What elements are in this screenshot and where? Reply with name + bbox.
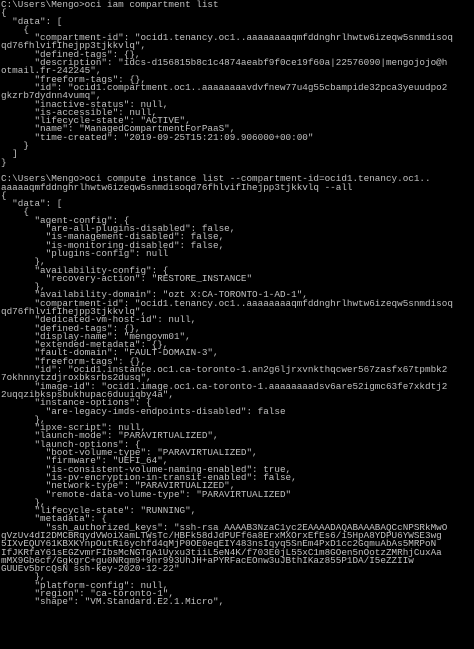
console-line: "time-created": "2019-09-25T15:21:09.906…	[1, 131, 314, 143]
console-line: {	[1, 189, 7, 201]
console-line: }	[1, 156, 7, 168]
console-line: "data": [	[1, 15, 63, 27]
console-line: C:\Users\Mengo>oci iam compartment list	[1, 0, 219, 10]
console-line: "recovery-action": "RESTORE_INSTANCE"	[1, 272, 253, 284]
console-line: "are-legacy-imds-endpoints-disabled": fa…	[1, 405, 286, 417]
console-line: GUUEv5brcQsN ssh-key-2020-12-22"	[1, 563, 180, 575]
console-line: "data": [	[1, 198, 63, 210]
console-line: {	[1, 7, 7, 19]
console-line: "remote-data-volume-type": "PARAVIRTUALI…	[1, 488, 292, 500]
console-line: }	[1, 140, 29, 152]
console-line: aaaaaqmfddnghrlhwtw6izeqw5snmdisoqd76fhl…	[1, 181, 353, 193]
console-line: ]	[1, 148, 18, 160]
console-line: "shape": "VM.Standard.E2.1.Micro",	[1, 596, 225, 608]
console-output: C:\Users\Mengo>oci iam compartment list{…	[0, 0, 474, 607]
console-line: "plugins-config": null	[1, 247, 169, 259]
console-window[interactable]: C:\Users\Mengo>oci iam compartment list{…	[0, 0, 474, 649]
